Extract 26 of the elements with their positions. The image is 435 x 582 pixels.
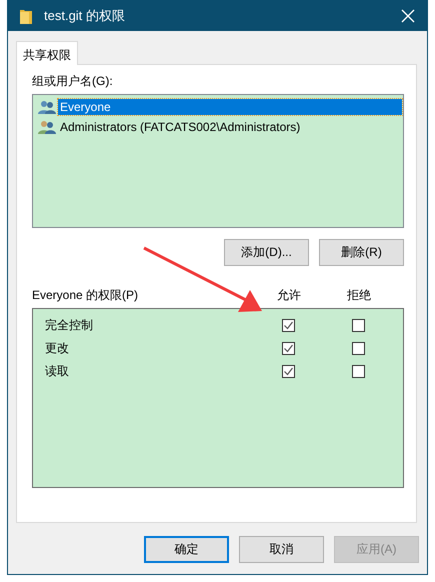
- folder-icon: [20, 8, 32, 24]
- checkbox[interactable]: [282, 319, 294, 332]
- checkbox[interactable]: [282, 342, 294, 355]
- checkbox[interactable]: [352, 365, 364, 378]
- list-item[interactable]: Everyone: [58, 99, 402, 115]
- column-header: 允许: [276, 287, 302, 303]
- user-list[interactable]: Everyone Administrators (FATCATS002\Administrators): [32, 94, 404, 228]
- checkbox[interactable]: [282, 365, 294, 378]
- users-icon: [38, 120, 56, 134]
- column-header: 拒绝: [346, 287, 372, 303]
- users-label: 组或用户名(G):: [32, 73, 114, 89]
- button[interactable]: 取消: [239, 536, 324, 563]
- list-item[interactable]: Administrators (FATCATS002\Administrators): [58, 119, 302, 135]
- permission-name: 读取: [44, 363, 70, 380]
- window-title: test.git 的权限: [44, 6, 126, 24]
- permissions-label: Everyone 的权限(P): [32, 287, 140, 303]
- close-icon[interactable]: [401, 8, 415, 22]
- button[interactable]: 删除(R): [319, 239, 404, 266]
- users-icon: [38, 100, 56, 114]
- button[interactable]: 确定: [144, 536, 229, 563]
- button[interactable]: 添加(D)...: [224, 239, 309, 266]
- checkbox[interactable]: [352, 319, 364, 332]
- permission-name: 更改: [44, 340, 70, 357]
- permission-name: 完全控制: [44, 317, 94, 334]
- tab[interactable]: 共享权限: [16, 41, 78, 65]
- checkbox[interactable]: [352, 342, 364, 355]
